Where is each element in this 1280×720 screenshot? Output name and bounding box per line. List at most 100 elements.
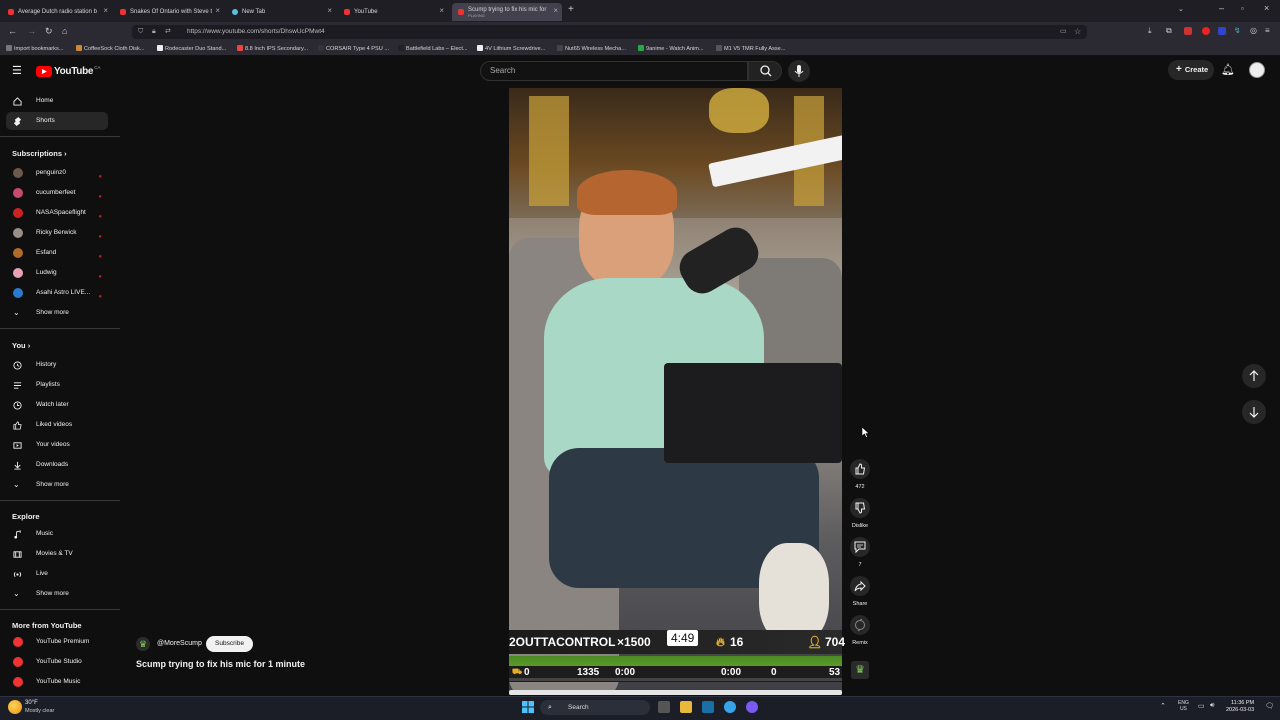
close-tab-icon[interactable]: × [439, 6, 444, 15]
lock-icon[interactable]: 🔒︎ [152, 25, 156, 39]
network-icon[interactable]: ▭ [1198, 702, 1205, 710]
bookmark-item[interactable]: Nut65 Wireless Mecha... [557, 45, 626, 52]
browser-tab-active[interactable]: Scump trying to fix his mic for PLAYING × [452, 3, 562, 21]
show-more-subscriptions[interactable]: ⌄ Show more [6, 304, 108, 322]
volume-icon[interactable]: 🔊︎ [1210, 702, 1214, 710]
bookmark-item[interactable]: 4V Lithium Screwdrive... [477, 45, 545, 52]
windows-start-icon[interactable] [522, 701, 534, 713]
sidebar-item-subscription[interactable]: Ludwig ● [6, 264, 108, 282]
sidebar-item-playlists[interactable]: Playlists [6, 376, 108, 394]
system-tray-chevron-icon[interactable]: ⌃ [1160, 702, 1166, 710]
bookmark-item[interactable]: 9anime - Watch Anim... [638, 45, 704, 52]
sidebar-item-subscription[interactable]: cucumberfeet ● [6, 184, 108, 202]
downloads-icon[interactable]: ⤓ [1148, 26, 1152, 36]
url-bar[interactable]: ⛉ 🔒︎ ⇄ https://www.youtube.com/shorts/Dh… [132, 25, 1087, 39]
extension-translate-icon[interactable]: ↯ [1234, 26, 1241, 35]
reload-icon[interactable]: ↻ [45, 26, 53, 37]
browser-tab[interactable]: YouTube × [338, 3, 448, 21]
show-more-you[interactable]: ⌄ Show more [6, 476, 108, 494]
sidebar-item-music[interactable]: Music [6, 525, 108, 543]
sidebar-item-youtube-studio[interactable]: YouTube Studio [6, 653, 108, 671]
sidebar-item-your-videos[interactable]: Your videos [6, 436, 108, 454]
minimize-icon[interactable]: – [1219, 3, 1224, 13]
sidebar-item-youtube-music[interactable]: YouTube Music [6, 673, 108, 691]
picture-in-picture-icon[interactable]: ▭ [1060, 25, 1067, 39]
like-button[interactable] [850, 459, 870, 479]
close-tab-icon[interactable]: × [103, 6, 108, 15]
discord-icon[interactable] [746, 701, 758, 713]
browser-icon[interactable] [724, 701, 736, 713]
comments-button[interactable] [850, 537, 870, 557]
sidebar-item-watch-later[interactable]: Watch later [6, 396, 108, 414]
sidebar-item-movies-tv[interactable]: Movies & TV [6, 545, 108, 563]
home-icon[interactable]: ⌂ [62, 26, 67, 36]
bookmark-item[interactable]: M1 V5 TMR Fully Asse... [716, 45, 785, 52]
notifications-bell-icon[interactable]: 🔔︎ [1221, 63, 1235, 76]
new-tab-button[interactable]: + [568, 4, 574, 15]
sidebar-item-live[interactable]: Live [6, 565, 108, 583]
task-view-icon[interactable] [658, 701, 670, 713]
youtube-logo[interactable]: YouTube CA [36, 64, 100, 78]
dislike-button[interactable] [850, 498, 870, 518]
show-more-explore[interactable]: ⌄ Show more [6, 585, 108, 603]
extension-blue-icon[interactable] [1218, 27, 1226, 35]
close-window-icon[interactable]: × [1264, 3, 1269, 13]
maximize-icon[interactable]: ▫ [1241, 4, 1244, 13]
browser-tab[interactable]: Average Dutch radio station b × [2, 3, 112, 21]
close-tab-icon[interactable]: × [215, 6, 220, 15]
sidebar-item-subscription[interactable]: Esfand ● [6, 244, 108, 262]
search-input[interactable]: Search [480, 61, 748, 81]
account-icon[interactable]: ◎ [1250, 26, 1257, 35]
extension-record-icon[interactable] [1202, 27, 1210, 35]
weather-temp[interactable]: 30°F [25, 700, 38, 706]
taskbar-search[interactable]: ⌕ Search [540, 700, 650, 715]
channel-name[interactable]: @MoreScump [157, 640, 202, 647]
close-tab-icon[interactable]: × [553, 6, 558, 15]
bookmark-star-icon[interactable]: ☆ [1074, 25, 1081, 39]
menu-icon[interactable]: ≡ [1265, 26, 1270, 35]
sidebar-item-downloads[interactable]: Downloads [6, 456, 108, 474]
short-video-player[interactable] [509, 88, 842, 695]
close-tab-icon[interactable]: × [327, 6, 332, 15]
bookmark-item[interactable]: 8.8 Inch IPS Secondary... [237, 45, 308, 52]
sidebar-item-youtube-premium[interactable]: YouTube Premium [6, 633, 108, 651]
tab-list-chevron-icon[interactable]: ⌄ [1178, 5, 1184, 13]
back-icon[interactable]: ← [8, 26, 17, 36]
sidebar-item-history[interactable]: History [6, 356, 108, 374]
subscribe-button[interactable]: Subscribe [206, 636, 253, 652]
video-progress-track[interactable] [509, 678, 842, 681]
hamburger-menu-icon[interactable]: ☰ [12, 64, 22, 77]
file-explorer-icon[interactable] [680, 701, 692, 713]
search-button[interactable] [748, 61, 782, 81]
avatar[interactable] [1249, 62, 1265, 78]
bookmark-item[interactable]: Rodecaster Duo Stand... [157, 45, 226, 52]
you-heading[interactable]: You › [12, 341, 30, 350]
previous-short-button[interactable] [1242, 364, 1266, 388]
browser-tab[interactable]: New Tab × [226, 3, 336, 21]
sidebar-item-liked-videos[interactable]: Liked videos [6, 416, 108, 434]
weather-icon[interactable] [8, 700, 22, 714]
browser-tab[interactable]: Snakes Of Ontario with Steve t × [114, 3, 224, 21]
remix-button[interactable] [850, 615, 870, 635]
permissions-icon[interactable]: ⇄ [165, 25, 171, 39]
channel-avatar[interactable]: ♛ [136, 637, 150, 651]
bookmark-item[interactable]: CoffeeSock Cloth Disk... [76, 45, 145, 52]
voice-search-button[interactable] [788, 60, 810, 82]
bookmark-item[interactable]: CORSAIR Type 4 PSU ... [318, 45, 389, 52]
bookmark-item[interactable]: Battlefield Labs – Elect... [398, 45, 468, 52]
create-button[interactable]: + Create [1168, 60, 1214, 80]
extension-red-icon[interactable] [1184, 27, 1192, 35]
extensions-icon[interactable]: ⧉ [1166, 26, 1172, 36]
next-short-button[interactable] [1242, 400, 1266, 424]
clock[interactable]: 11:36 PM 2026-03-03 [1226, 700, 1254, 713]
sidebar-item-subscription[interactable]: Asahi Astro LIVE... ● [6, 284, 108, 302]
sidebar-item-subscription[interactable]: NASASpaceflight ● [6, 204, 108, 222]
sidebar-item-shorts[interactable]: Shorts [6, 112, 108, 130]
sidebar-item-subscription[interactable]: penguinz0 ● [6, 164, 108, 182]
sidebar-item-subscription[interactable]: Ricky Berwick ● [6, 224, 108, 242]
forward-icon[interactable]: → [27, 26, 36, 36]
sidebar-item-home[interactable]: Home [6, 92, 108, 110]
shield-icon[interactable]: ⛉ [138, 25, 143, 39]
steam-icon[interactable] [702, 701, 714, 713]
sound-channel-thumbnail[interactable]: ♛ [851, 661, 869, 679]
